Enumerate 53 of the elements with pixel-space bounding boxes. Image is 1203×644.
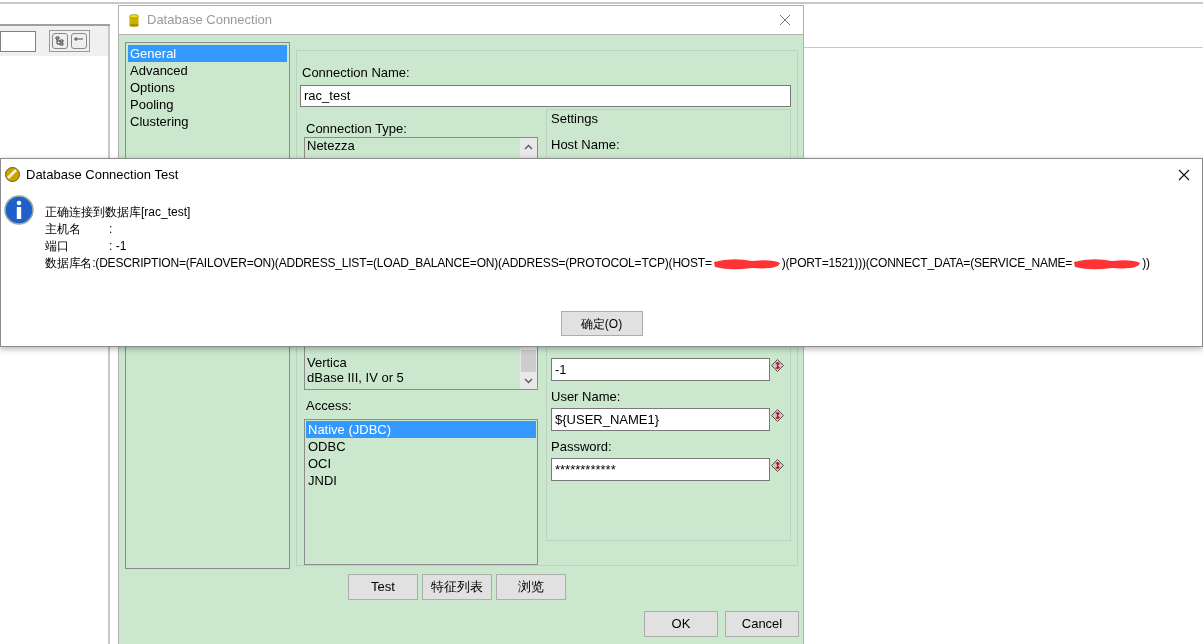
field-label: 端口 — [45, 238, 70, 255]
connection-type-item[interactable]: dBase III, IV or 5 — [307, 370, 518, 385]
category-item[interactable]: Clustering — [128, 113, 287, 130]
required-icon — [771, 459, 784, 472]
window-title: Database Connection Test — [26, 165, 179, 184]
scroll-thumb[interactable] — [521, 350, 536, 372]
field-label: 主机名 — [45, 221, 82, 238]
database-text: )) — [1142, 255, 1150, 272]
access-item[interactable]: ODBC — [306, 438, 536, 455]
ok-button[interactable]: 确定(O) — [560, 311, 643, 336]
redaction-mark — [711, 256, 782, 271]
scroll-down-icon[interactable] — [524, 378, 533, 384]
scroll-up-icon[interactable] — [524, 144, 533, 150]
access-item[interactable]: OCI — [306, 455, 536, 472]
info-icon — [4, 195, 34, 225]
user-name-label: User Name: — [551, 388, 622, 406]
dialog-button[interactable]: OK — [644, 611, 718, 637]
field-value: : — [109, 221, 113, 238]
category-item[interactable]: Pooling — [128, 96, 287, 113]
user-name-field[interactable]: ${USER_NAME1} — [551, 408, 770, 431]
list-view-icon[interactable] — [71, 33, 87, 49]
category-item[interactable]: Options — [128, 79, 287, 96]
close-icon — [779, 14, 791, 26]
action-button[interactable]: Test — [348, 574, 418, 600]
connection-name-label: Connection Name: — [302, 64, 411, 79]
message-heading: 正确连接到数据库[rac_test] — [45, 204, 192, 221]
connection-type-item[interactable]: Netezza — [307, 138, 518, 153]
app-icon — [5, 167, 20, 182]
action-button[interactable]: 浏览 — [496, 574, 566, 600]
database-text: 数据库名:(DESCRIPTION=(FAILOVER=ON)(ADDRESS_LIST=(LOAD_BALANCE=ON)(ADDRESS=(PROTOCOL=TCP)(HOST= — [45, 255, 712, 272]
access-item[interactable]: JNDI — [306, 472, 536, 489]
database-text: )(PORT=1521)))(CONNECT_DATA=(SERVICE_NAME= — [781, 255, 1073, 272]
window-title: Database Connection — [147, 11, 273, 30]
settings-title: Settings — [551, 110, 599, 128]
host-name-label: Host Name: — [551, 135, 621, 154]
connection-name-field[interactable]: rac_test — [300, 85, 791, 107]
required-icon — [771, 409, 784, 422]
close-icon — [1178, 168, 1190, 181]
password-label: Password: — [551, 438, 613, 456]
category-item[interactable]: Advanced — [128, 62, 287, 79]
action-button[interactable]: 特征列表 — [422, 574, 492, 600]
password-field[interactable]: ************ — [551, 458, 770, 481]
field-value: : -1 — [109, 238, 127, 255]
connection-type-item[interactable]: Vertica — [307, 355, 518, 370]
redaction-mark — [1072, 256, 1143, 271]
connection-type-label: Connection Type: — [306, 120, 408, 135]
port-number-field[interactable]: -1 — [551, 358, 770, 381]
required-icon — [771, 359, 784, 372]
tree-view-icon[interactable] — [52, 33, 68, 49]
search-field[interactable] — [0, 30, 36, 52]
dialog-button[interactable]: Cancel — [725, 611, 799, 637]
access-label: Access: — [306, 397, 353, 412]
database-icon — [129, 13, 139, 27]
